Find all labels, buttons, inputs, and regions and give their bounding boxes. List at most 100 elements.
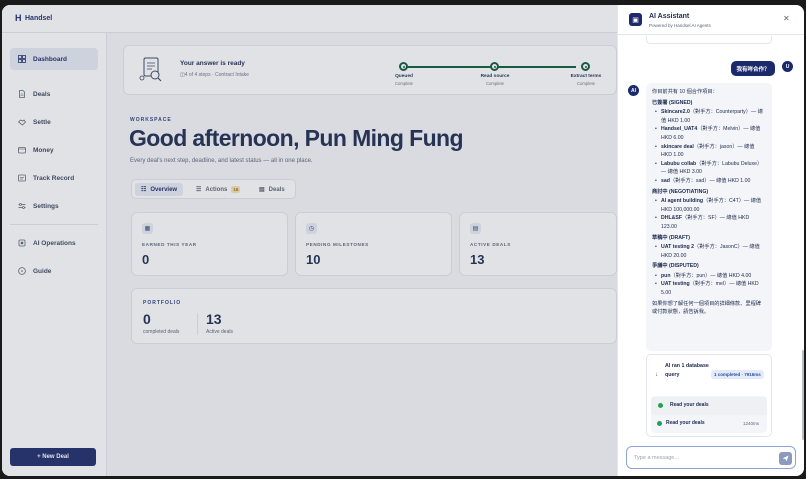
deal-list: AI agent building（對手方：C4T）— 總值 HKD 100,0…: [652, 197, 766, 231]
chat-input-box: [626, 446, 796, 469]
step-dot-queued: [399, 62, 408, 71]
stat-label: ACTIVE DEALS: [470, 242, 511, 247]
stat-value: 13: [470, 252, 485, 267]
sidebar-item-label: Guide: [33, 267, 52, 275]
list-item: UAT testing（對手方：mel）— 總值 HKD 5.00: [655, 280, 766, 297]
sidebar-item-track-record[interactable]: Track Record: [10, 167, 98, 189]
new-deal-button[interactable]: + New Deal: [10, 448, 96, 466]
wallet-icon: [18, 146, 26, 154]
ai-reply-outro: 如果你想了解任何一個項目的詳細條款、里程碑或付款狀態，請告訴我。: [652, 300, 761, 316]
step-status: Complete: [486, 81, 504, 86]
ai-chip-icon: [18, 239, 26, 247]
grid-icon: ☷: [141, 187, 147, 193]
sidebar-item-ai-operations[interactable]: AI Operations: [10, 232, 98, 254]
deal-list: UAT testing 2（對手方：JasonC）— 總值 HKD 20.00: [652, 243, 766, 260]
list-item: skincare deal（對手方：jason）— 總值 HKD 1.00: [655, 143, 766, 160]
answer-subtitle: ◫4 of 4 steps · Contract Intake: [180, 72, 249, 78]
brand-logo[interactable]: H Handsel: [15, 14, 52, 23]
arrow-down-icon: ↓: [655, 372, 658, 378]
tool-step-header-label: Read your deals: [670, 402, 709, 408]
list-icon: ☰: [196, 187, 202, 193]
portfolio-divider: [197, 313, 198, 335]
sidebar-item-settings[interactable]: Settings: [10, 195, 98, 217]
active-deals-value: 13: [206, 311, 222, 327]
page-title: Good afternoon, Pun Ming Fung: [129, 125, 464, 151]
tab-bar: ☷ Overview ☰ Actions 16 ▤ Deals: [131, 179, 296, 199]
sidebar-item-label: AI Operations: [33, 239, 76, 247]
sidebar-item-label: Settings: [33, 202, 59, 210]
stat-label: PENDING MILESTONES: [306, 242, 369, 247]
completed-deals-caption: completed deals: [143, 329, 180, 335]
step-label: Extract terms: [570, 74, 602, 79]
active-deals-caption: Active deals: [206, 329, 233, 335]
receipt-icon: [18, 174, 26, 182]
document-icon: ▤: [259, 187, 265, 193]
help-circle-icon: [18, 267, 26, 275]
list-item: AI agent building（對手方：C4T）— 總值 HKD 100,0…: [655, 197, 766, 214]
brand-name: Handsel: [25, 15, 53, 22]
chat-header: ▣ AI Assistant Powered by Handsel AI Age…: [618, 5, 804, 35]
step-status: Complete: [395, 81, 413, 86]
tool-run-card[interactable]: ↓ AI ran 1 database query 1 completed · …: [646, 354, 772, 437]
deal-group-heading: 已簽署 (SIGNED): [652, 99, 693, 106]
deal-group-heading: 爭議中 (DISPUTED): [652, 263, 699, 270]
previous-message-card: [646, 36, 772, 44]
sidebar-item-guide[interactable]: Guide: [10, 260, 98, 282]
sliders-icon: [18, 202, 26, 210]
document-icon: ▤: [470, 223, 481, 234]
sidebar-item-label: Settle: [33, 118, 51, 126]
tool-run-badge: 1 completed · 7916ms: [711, 370, 764, 379]
sidebar: Dashboard Deals Settle Money Track Recor…: [2, 33, 107, 476]
tool-step-header: [651, 397, 767, 415]
sidebar-item-label: Money: [33, 146, 54, 154]
handshake-icon: [18, 118, 26, 126]
sidebar-item-deals[interactable]: Deals: [10, 83, 98, 105]
contract-illustration-icon: [139, 57, 162, 82]
sidebar-item-label: Dashboard: [33, 55, 67, 63]
dashboard-area: H Handsel Dashboard Deals Settle Money T…: [2, 5, 617, 476]
ai-avatar: AI: [628, 85, 639, 96]
answer-ready-card[interactable]: Your answer is ready ◫4 of 4 steps · Con…: [123, 45, 617, 95]
sidebar-item-label: Deals: [33, 90, 51, 98]
tool-step-duration: 1240ms: [743, 421, 760, 426]
deal-group-heading: 草稿中 (DRAFT): [652, 234, 691, 241]
sidebar-divider: [10, 224, 98, 225]
stat-value: 10: [306, 252, 321, 267]
status-dot-icon: [657, 421, 662, 426]
actions-count-badge: 16: [231, 186, 241, 193]
user-avatar: U: [782, 61, 793, 72]
chat-title: AI Assistant: [649, 13, 690, 20]
step-status: Complete: [577, 81, 595, 86]
tab-deals[interactable]: ▤ Deals: [253, 183, 291, 196]
assistant-bot-icon: ▣: [629, 13, 642, 26]
completed-deals-value: 0: [143, 311, 151, 327]
step-dot-extract-terms: [581, 62, 590, 71]
sidebar-item-dashboard[interactable]: Dashboard: [10, 48, 98, 70]
step-dot-read-source: [490, 62, 499, 71]
clock-icon: ◷: [306, 223, 317, 234]
tab-overview[interactable]: ☷ Overview: [135, 183, 184, 196]
close-icon[interactable]: ✕: [783, 14, 790, 23]
stat-label: EARNED THIS YEAR: [142, 242, 197, 247]
calendar-icon: ▦: [142, 223, 153, 234]
chat-message-input[interactable]: [634, 453, 774, 463]
stat-card-active-deals[interactable]: ▤ ACTIVE DEALS 13: [459, 212, 617, 276]
tool-step-name: Read your deals: [666, 420, 705, 426]
ai-assistant-panel: ▣ AI Assistant Powered by Handsel AI Age…: [617, 5, 804, 476]
chat-scrollbar[interactable]: [802, 350, 804, 440]
list-item: Labubu collab（對手方：Labubu Deluxe）— 總值 HKD…: [655, 160, 766, 177]
send-icon[interactable]: [779, 452, 792, 465]
ai-message-bubble: 你目前共有 10 個合作項目： 已簽署 (SIGNED) Skincare2.0…: [646, 83, 772, 351]
sidebar-item-settle[interactable]: Settle: [10, 111, 98, 133]
step-label: Queued: [395, 74, 413, 79]
list-item: UAT testing 2（對手方：JasonC）— 總值 HKD 20.00: [655, 243, 766, 260]
status-dot-icon: [658, 403, 663, 408]
tab-actions[interactable]: ☰ Actions 16: [190, 183, 246, 196]
stat-card-pending-milestones[interactable]: ◷ PENDING MILESTONES 10: [295, 212, 452, 276]
sidebar-item-money[interactable]: Money: [10, 139, 98, 161]
stat-card-earned[interactable]: ▦ EARNED THIS YEAR 0: [131, 212, 288, 276]
portfolio-card: PORTFOLIO 0 completed deals 13 Active de…: [131, 288, 617, 344]
list-item: pun（對手方：pun）— 總值 HKD 4.00: [655, 272, 766, 281]
deal-list: Skincare2.0（對手方：Counterparty）— 總值 HKD 1.…: [652, 108, 766, 185]
ai-reply-intro: 你目前共有 10 個合作項目：: [652, 89, 718, 95]
